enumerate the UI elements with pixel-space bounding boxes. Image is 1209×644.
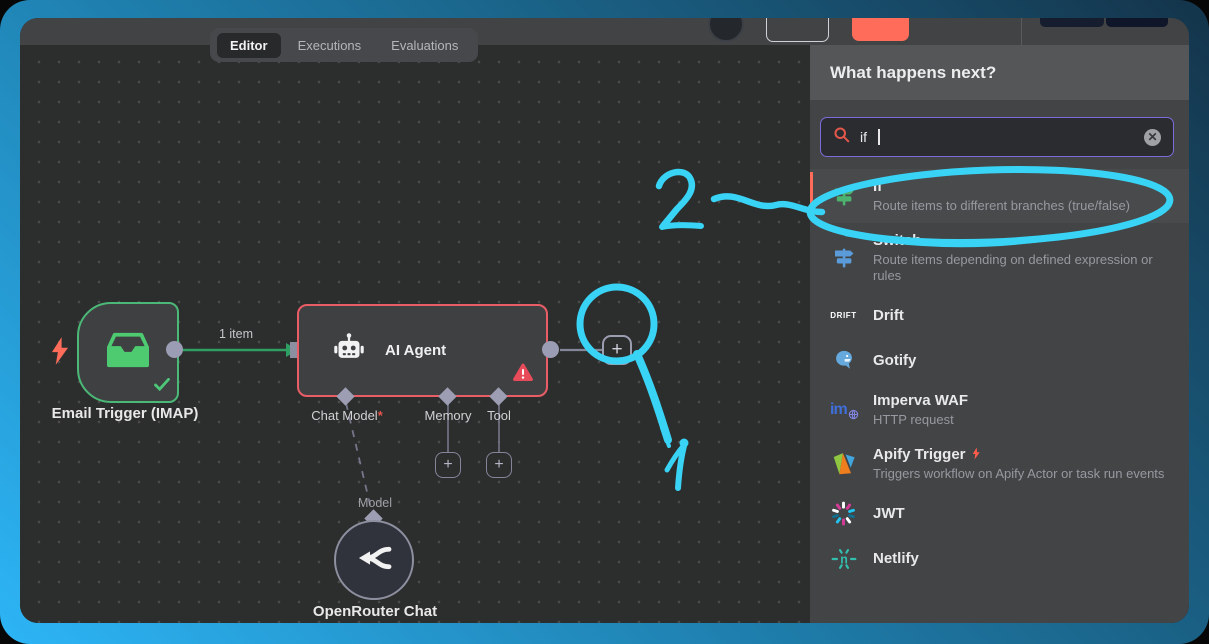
switch-icon: [830, 245, 857, 272]
text-caret: [878, 129, 880, 145]
node-item-name: Drift: [873, 307, 904, 324]
ai-agent-title: AI Agent: [385, 342, 446, 359]
node-list-item[interactable]: im Imperva WAF HTTP request: [810, 383, 1189, 437]
search-icon: [833, 126, 850, 148]
node-item-name: Imperva WAF: [873, 392, 968, 409]
lightning-bolt-icon: [47, 336, 73, 371]
tab-editor[interactable]: Editor: [217, 33, 281, 58]
model-port-label: Model: [335, 496, 415, 510]
node-item-description: HTTP request: [873, 412, 968, 428]
imperva-icon: im: [830, 397, 857, 424]
apify-icon: [830, 451, 857, 478]
node-list: If Route items to different branches (tru…: [810, 165, 1189, 581]
add-next-node-button[interactable]: +: [602, 335, 632, 365]
trigger-bolt-icon: [966, 446, 982, 463]
if-icon: [830, 183, 857, 210]
svg-text:n: n: [840, 552, 848, 566]
avatar[interactable]: [708, 18, 744, 42]
screenshot-stage: Email Trigger (IMAP) 1 item AI Agent + C…: [0, 0, 1209, 644]
secondary-action-button[interactable]: [766, 18, 829, 42]
node-item-name: Netlify: [873, 550, 919, 567]
node-item-description: Triggers workflow on Apify Actor or task…: [873, 466, 1164, 482]
drift-icon: DRIFT: [830, 302, 857, 329]
node-list-item[interactable]: If Route items to different branches (tru…: [810, 169, 1189, 223]
warning-triangle-icon: [512, 363, 534, 387]
node-item-description: Route items to different branches (true/…: [873, 198, 1130, 214]
node-item-name: If: [873, 178, 1130, 195]
tab-evaluations[interactable]: Evaluations: [378, 33, 471, 58]
node-item-name: Switch: [873, 232, 1173, 249]
netlify-icon: n: [830, 545, 857, 572]
robot-icon: [331, 331, 367, 370]
node-item-name: Gotify: [873, 352, 916, 369]
top-header-bar: [20, 18, 1189, 45]
view-tabs: Editor Executions Evaluations: [210, 28, 478, 62]
add-memory-button[interactable]: +: [435, 452, 461, 478]
email-trigger-label: Email Trigger (IMAP): [25, 405, 225, 422]
jwt-icon: [830, 500, 857, 527]
header-divider: [1021, 18, 1022, 45]
openrouter-icon: [355, 539, 393, 582]
email-output-connector[interactable]: [166, 341, 183, 358]
inbox-icon: [105, 329, 151, 376]
header-dark-button-right[interactable]: [1106, 18, 1168, 27]
node-list-item[interactable]: Gotify: [810, 338, 1189, 383]
email-trigger-node[interactable]: [77, 302, 179, 403]
primary-action-button[interactable]: [852, 18, 909, 41]
connection-items-count: 1 item: [200, 327, 272, 341]
openrouter-chat-model-node[interactable]: [334, 520, 414, 600]
app-window: Email Trigger (IMAP) 1 item AI Agent + C…: [20, 18, 1189, 623]
panel-title: What happens next?: [810, 45, 1189, 100]
node-list-item[interactable]: JWT: [810, 491, 1189, 536]
gotify-icon: [830, 347, 857, 374]
chat-model-port-label: Chat Model*: [301, 408, 393, 423]
node-picker-panel: What happens next? if ✕ If Route items to…: [810, 45, 1189, 623]
tab-executions[interactable]: Executions: [285, 33, 375, 58]
search-input[interactable]: if ✕: [820, 117, 1174, 157]
clear-circle-icon[interactable]: ✕: [1144, 129, 1161, 146]
node-item-description: Route items depending on defined express…: [873, 252, 1173, 284]
node-list-item[interactable]: Apify Trigger Triggers workflow on Apify …: [810, 437, 1189, 491]
ai-agent-node[interactable]: AI Agent: [297, 304, 548, 397]
search-value: if: [860, 129, 867, 145]
node-item-name: JWT: [873, 505, 905, 522]
node-list-item[interactable]: n Netlify: [810, 536, 1189, 581]
openrouter-node-label: OpenRouter Chat Model: [295, 602, 455, 623]
tool-port-label: Tool: [475, 408, 523, 423]
node-item-name: Apify Trigger: [873, 446, 1164, 463]
agent-output-connector[interactable]: [542, 341, 559, 358]
node-list-item[interactable]: DRIFT Drift: [810, 293, 1189, 338]
header-dark-button-left[interactable]: [1040, 18, 1104, 27]
check-icon: [154, 378, 170, 396]
add-tool-button[interactable]: +: [486, 452, 512, 478]
node-list-item[interactable]: Switch Route items depending on defined e…: [810, 223, 1189, 293]
